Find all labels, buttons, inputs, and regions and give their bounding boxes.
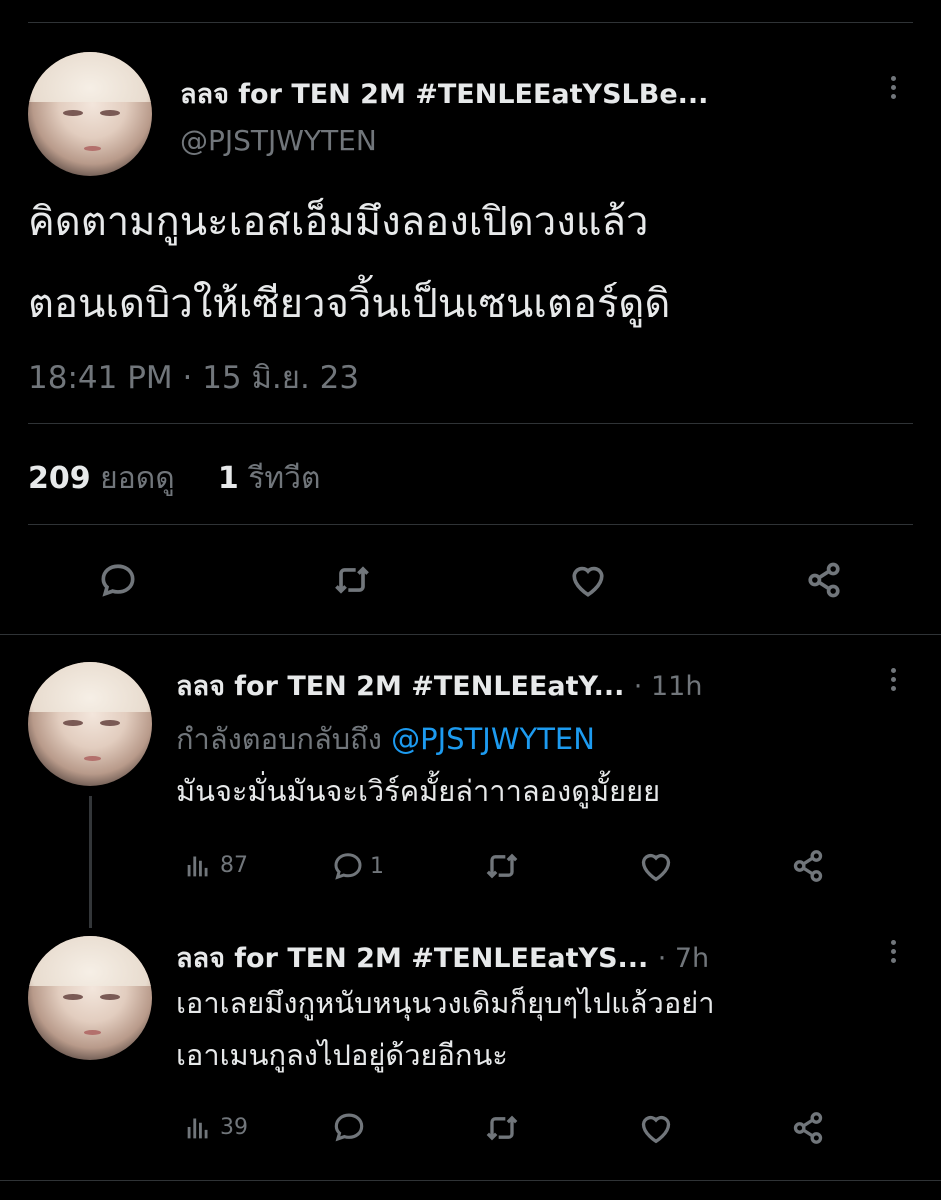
reply-author-name[interactable]: ลลจ for TEN 2M #TENLEEatYS... · 7h	[176, 936, 709, 979]
tweet-stats: 209 ยอดดู 1 รีทวีต	[28, 455, 320, 502]
replying-to: กำลังตอบกลับถึง @PJSTJWYTEN	[176, 722, 595, 756]
views-label: ยอดดู	[100, 461, 175, 496]
thread-line	[89, 796, 92, 928]
mention-link[interactable]: @PJSTJWYTEN	[391, 722, 595, 756]
author-name[interactable]: ลลจ for TEN 2M #TENLEEatYSLBe...	[180, 72, 708, 115]
author-handle[interactable]: @PJSTJWYTEN	[180, 124, 377, 157]
reply-action[interactable]: 1	[330, 848, 384, 884]
tweet-text-line-2: ตอนเดบิวให้เซียวจวิ้นเป็นเซนเตอร์ดูดิ	[28, 281, 671, 327]
share-icon[interactable]	[788, 846, 828, 886]
views-count: 87	[220, 852, 248, 878]
more-icon[interactable]	[891, 76, 899, 103]
reply-author-name[interactable]: ลลจ for TEN 2M #TENLEEatY... · 11h	[176, 664, 702, 707]
retweets-label[interactable]: รีทวีต	[248, 461, 320, 496]
more-icon[interactable]	[891, 668, 899, 695]
reply-time[interactable]: · 11h	[634, 671, 703, 702]
heart-icon[interactable]	[636, 846, 676, 886]
views-count: 39	[220, 1114, 248, 1140]
retweets-count[interactable]: 1	[218, 461, 239, 496]
reply-icon	[334, 853, 362, 880]
heart-icon[interactable]	[636, 1108, 676, 1148]
tweet-timestamp[interactable]: 18:41 PM · 15 มิ.ย. 23	[28, 352, 359, 402]
tweet-text-line-1: คิดตามกูนะเอสเอ็มมึงลองเปิดวงแล้ว	[28, 199, 649, 245]
reply-avatar[interactable]	[28, 936, 152, 1060]
reply-icon[interactable]	[330, 1108, 368, 1146]
retweet-icon[interactable]	[482, 846, 522, 886]
top-divider	[28, 22, 913, 23]
reply-time[interactable]: · 7h	[658, 943, 709, 974]
analytics-icon	[187, 856, 208, 877]
views-count: 209	[28, 461, 91, 496]
reply-count: 1	[370, 853, 384, 879]
share-icon[interactable]	[802, 558, 846, 602]
retweet-icon[interactable]	[330, 558, 374, 602]
views-action[interactable]: 39	[182, 1110, 248, 1144]
more-icon[interactable]	[891, 940, 899, 967]
divider	[0, 634, 941, 635]
retweet-icon[interactable]	[482, 1108, 522, 1148]
views-action[interactable]: 87	[182, 848, 248, 882]
reply-text-line-2: เอาเมนกูลงไปอยู่ด้วยอีกนะ	[176, 1038, 508, 1072]
author-avatar[interactable]	[28, 52, 152, 176]
reply-avatar[interactable]	[28, 662, 152, 786]
divider	[28, 524, 913, 525]
heart-icon[interactable]	[566, 558, 610, 602]
divider	[28, 423, 913, 424]
bottom-divider	[0, 1180, 941, 1181]
reply-text: มันจะมั่นมันจะเวิร์คมั้ยล่าาาลองดูมั้ยยย	[176, 774, 661, 808]
reply-text-line-1: เอาเลยมึงกูหนับหนุนวงเดิมก็ยุบๆไปแล้วอย่…	[176, 986, 715, 1020]
share-icon[interactable]	[788, 1108, 828, 1148]
reply-icon[interactable]	[96, 558, 140, 602]
analytics-icon	[187, 1118, 208, 1139]
